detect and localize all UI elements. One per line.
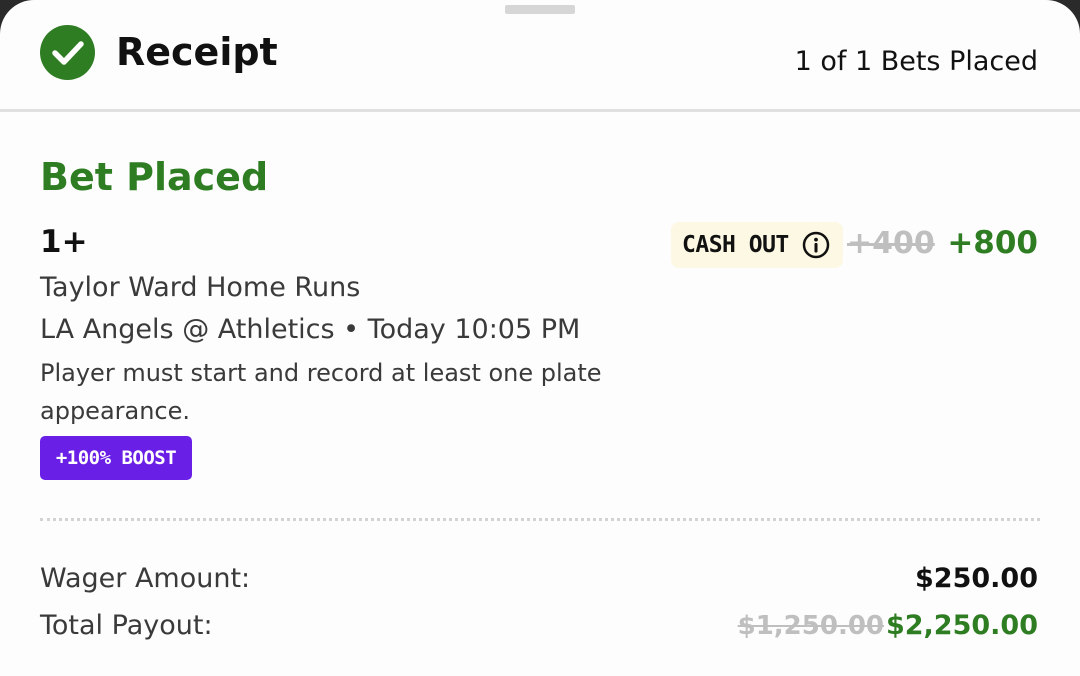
check-circle-icon xyxy=(40,25,95,80)
bet-rule: Player must start and record at least on… xyxy=(40,359,602,425)
bets-placed-count: 1 of 1 Bets Placed xyxy=(794,46,1038,77)
receipt-sheet: Receipt 1 of 1 Bets Placed Bet Placed 1+… xyxy=(0,0,1080,676)
boosted-odds: +800 xyxy=(947,225,1038,261)
drag-handle[interactable] xyxy=(505,5,575,14)
bet-status: Bet Placed xyxy=(40,155,269,199)
cash-out-button[interactable]: CASH OUT xyxy=(671,222,843,268)
header-divider xyxy=(0,109,1080,112)
original-odds: +400 xyxy=(847,226,935,261)
receipt-title: Receipt xyxy=(116,30,278,74)
bet-event: LA Angels @ Athletics • Today 10:05 PM xyxy=(40,314,581,345)
boosted-payout: $2,250.00 xyxy=(885,610,1038,641)
original-payout: $1,250.00 xyxy=(737,611,884,641)
wager-amount-label: Wager Amount: xyxy=(40,563,251,594)
bet-selection: 1+ xyxy=(40,224,88,260)
total-payout-label: Total Payout: xyxy=(40,610,213,641)
boost-badge: +100% BOOST xyxy=(40,436,192,480)
info-icon[interactable] xyxy=(802,231,830,259)
bet-market: Taylor Ward Home Runs xyxy=(40,272,361,303)
cash-out-label: CASH OUT xyxy=(682,232,789,258)
wager-amount-value: $250.00 xyxy=(915,563,1038,594)
section-divider xyxy=(40,518,1040,521)
